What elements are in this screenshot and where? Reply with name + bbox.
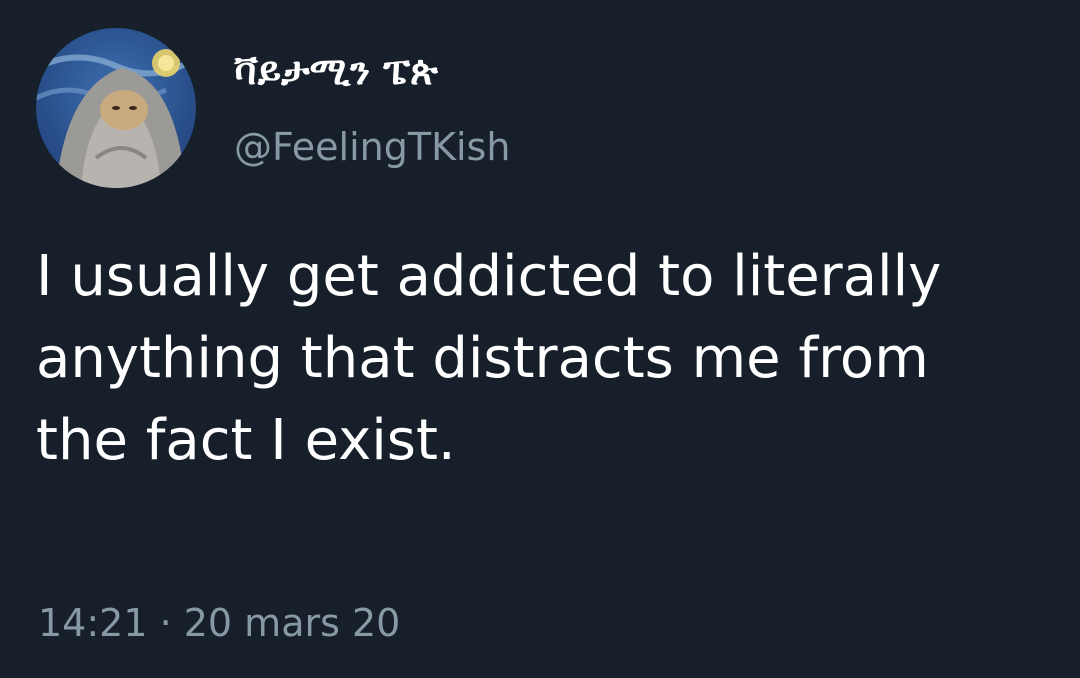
tweet-text-line: the fact I exist. (36, 408, 456, 473)
avatar[interactable] (36, 28, 196, 188)
avatar-image (36, 28, 196, 188)
tweet-text-line: anything that distracts me from (36, 326, 929, 391)
tweet-text: I usually get addicted to literally anyt… (36, 236, 1046, 482)
author-display-name[interactable]: ቫይታሚን ፔጵ (234, 48, 438, 94)
tweet-card: ቫይታሚን ፔጵ @FeelingTKish I usually get add… (0, 0, 1080, 678)
tweet-text-line: I usually get addicted to literally (36, 244, 942, 309)
author-handle[interactable]: @FeelingTKish (234, 124, 510, 170)
tweet-timestamp[interactable]: 14:21 · 20 mars 20 (38, 600, 400, 646)
